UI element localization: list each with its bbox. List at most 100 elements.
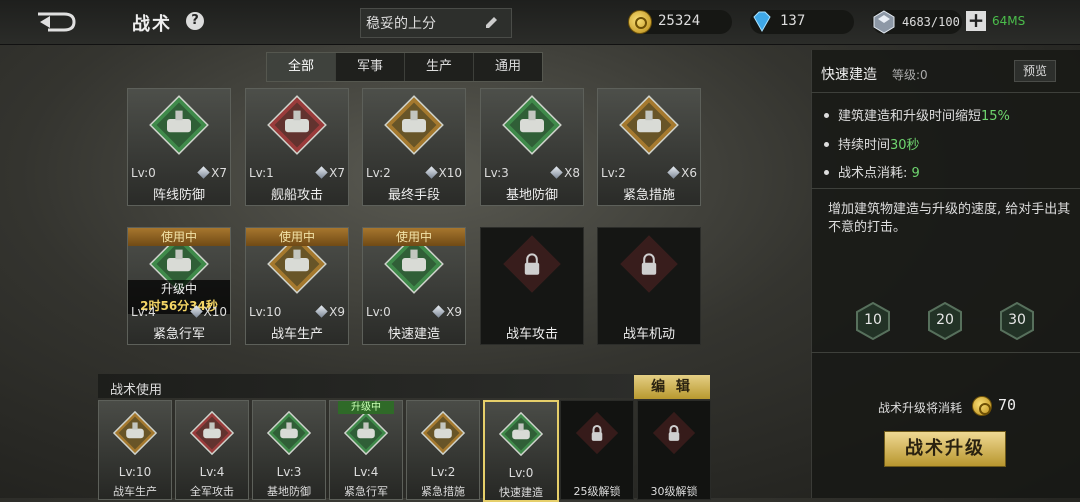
milestone-hex: 30 [998,301,1036,341]
divider [811,188,1080,189]
card-level: Lv:0 [131,166,156,180]
tactic-emblem [619,95,679,155]
card-cost-value: X10 [438,166,463,180]
slot-emblem [266,410,312,456]
card-cost-value: X6 [681,166,697,180]
in-use-badge: 使用中 [363,228,465,246]
tab-label: 生产 [425,59,452,74]
card-cost: X10 [189,305,228,319]
upgrading-tag: 升级中 [338,401,394,414]
tactic-card[interactable]: 使用中 升级中 2时56分34秒 Lv:4 X10 紧急行军 [127,227,231,345]
card-level: Lv:0 [366,305,391,319]
equipped-slot[interactable]: Lv:10 战车生产 [98,400,172,500]
card-cost: X7 [197,166,227,180]
lock-icon [575,411,619,455]
equipped-slot[interactable]: 升级中 Lv:4 紧急行军 [329,400,403,500]
detail-description: 增加建筑物建造与升级的速度, 给对手出其不意的打击。 [828,202,1071,235]
tactic-card[interactable]: Lv:0 X7 阵线防御 [127,88,231,206]
usage-section-header [98,374,710,398]
tactic-emblem-icon [112,410,158,456]
preset-name-field[interactable]: 稳妥的上分 [360,8,512,38]
slot-name: 30级解锁 [650,485,698,498]
diamond-icon [753,11,771,33]
gold-amount: 25324 [658,13,701,29]
ping-indicator: 64MS [992,14,1026,28]
crystal-icon [432,305,445,318]
effect-value: 9 [911,166,920,181]
card-cost: X8 [550,166,580,180]
equipped-slot[interactable]: 25级解锁 [560,400,634,500]
milestone-level: 10 [864,312,882,328]
tab-production[interactable]: 生产 [405,53,474,81]
tactic-card[interactable]: 战车机动 [597,227,701,345]
crystal-icon [315,166,328,179]
tab-military[interactable]: 军事 [336,53,405,81]
slot-emblem [420,410,466,456]
slot-emblem [112,410,158,456]
tactic-card[interactable]: Lv:1 X7 舰船攻击 [245,88,349,206]
edit-button[interactable]: 编 辑 [634,375,710,399]
usage-label: 战术使用 [110,383,163,398]
tactic-point-amount: 4683/100 [902,15,960,29]
tactic-crystal-icon [873,10,895,34]
slot-name: 紧急措施 [421,485,465,498]
tactic-card[interactable]: 使用中 Lv:0 X9 快速建造 [362,227,466,345]
equipped-slot[interactable]: Lv:4 全军攻击 [175,400,249,500]
card-cost-value: X9 [446,305,462,319]
card-name: 最终手段 [387,188,440,203]
preset-name: 稳妥的上分 [366,16,436,32]
gold-counter: 25324 [628,10,732,34]
tab-general[interactable]: 通用 [474,53,542,81]
tab-label: 军事 [356,59,383,74]
back-arrow-icon [38,12,76,32]
in-use-badge: 使用中 [246,228,348,246]
equipped-slot[interactable]: Lv:3 基地防御 [252,400,326,500]
tab-label: 全部 [287,59,314,74]
tactic-card[interactable]: Lv:2 X6 紧急措施 [597,88,701,206]
tab-label: 通用 [494,59,521,74]
card-cost-value: X10 [203,305,228,319]
slot-emblem [498,411,544,457]
card-name: 舰船攻击 [270,188,323,203]
card-cost-value: X7 [211,166,227,180]
divider [811,92,1080,93]
equipped-slot[interactable]: Lv:2 紧急措施 [406,400,480,500]
crystal-icon [424,166,438,179]
back-button[interactable] [36,10,76,34]
effect-text: 战术点消耗: [838,166,908,181]
slot-emblem [575,411,619,455]
gold-coin-icon [628,10,652,34]
slot-name: 25级解锁 [573,485,621,498]
slot-emblem [652,411,696,455]
slot-level: Lv:10 [118,465,152,479]
effect-text: 建筑建造和升级时间缩短 [838,109,982,124]
crystal-icon [667,166,680,179]
effect-duration: 持续时间30秒 [824,134,920,153]
equipped-slot[interactable]: 30级解锁 [637,400,711,500]
tactic-card[interactable]: 战车攻击 [480,227,584,345]
tactic-emblem-icon [498,411,544,457]
tactic-card[interactable]: Lv:3 X8 基地防御 [480,88,584,206]
tactic-card[interactable]: 使用中 Lv:10 X9 战车生产 [245,227,349,345]
add-tactic-points-button[interactable]: + [966,10,986,31]
help-button[interactable]: ? [186,12,204,30]
tab-all[interactable]: 全部 [267,53,336,81]
tactic-emblem-icon [502,95,562,155]
card-name: 基地防御 [505,188,558,203]
divider [811,352,1080,353]
card-cost-value: X9 [329,305,345,319]
tactic-emblem-icon [189,410,235,456]
tactic-card[interactable]: Lv:2 X10 最终手段 [362,88,466,206]
equipped-slot[interactable]: Lv:0 快速建造 [483,400,559,502]
lock-icon [620,235,678,293]
crystal-icon [550,166,563,179]
card-level: Lv:1 [249,166,274,180]
preview-button[interactable]: 预览 [1014,60,1056,82]
slot-name: 基地防御 [267,485,311,498]
lock-icon [652,411,696,455]
upgrade-button[interactable]: 战术升级 [884,431,1006,467]
card-name: 战车攻击 [505,327,558,342]
pencil-icon[interactable] [483,15,499,31]
effect-value: 30秒 [890,138,920,153]
lock-icon [503,235,561,293]
